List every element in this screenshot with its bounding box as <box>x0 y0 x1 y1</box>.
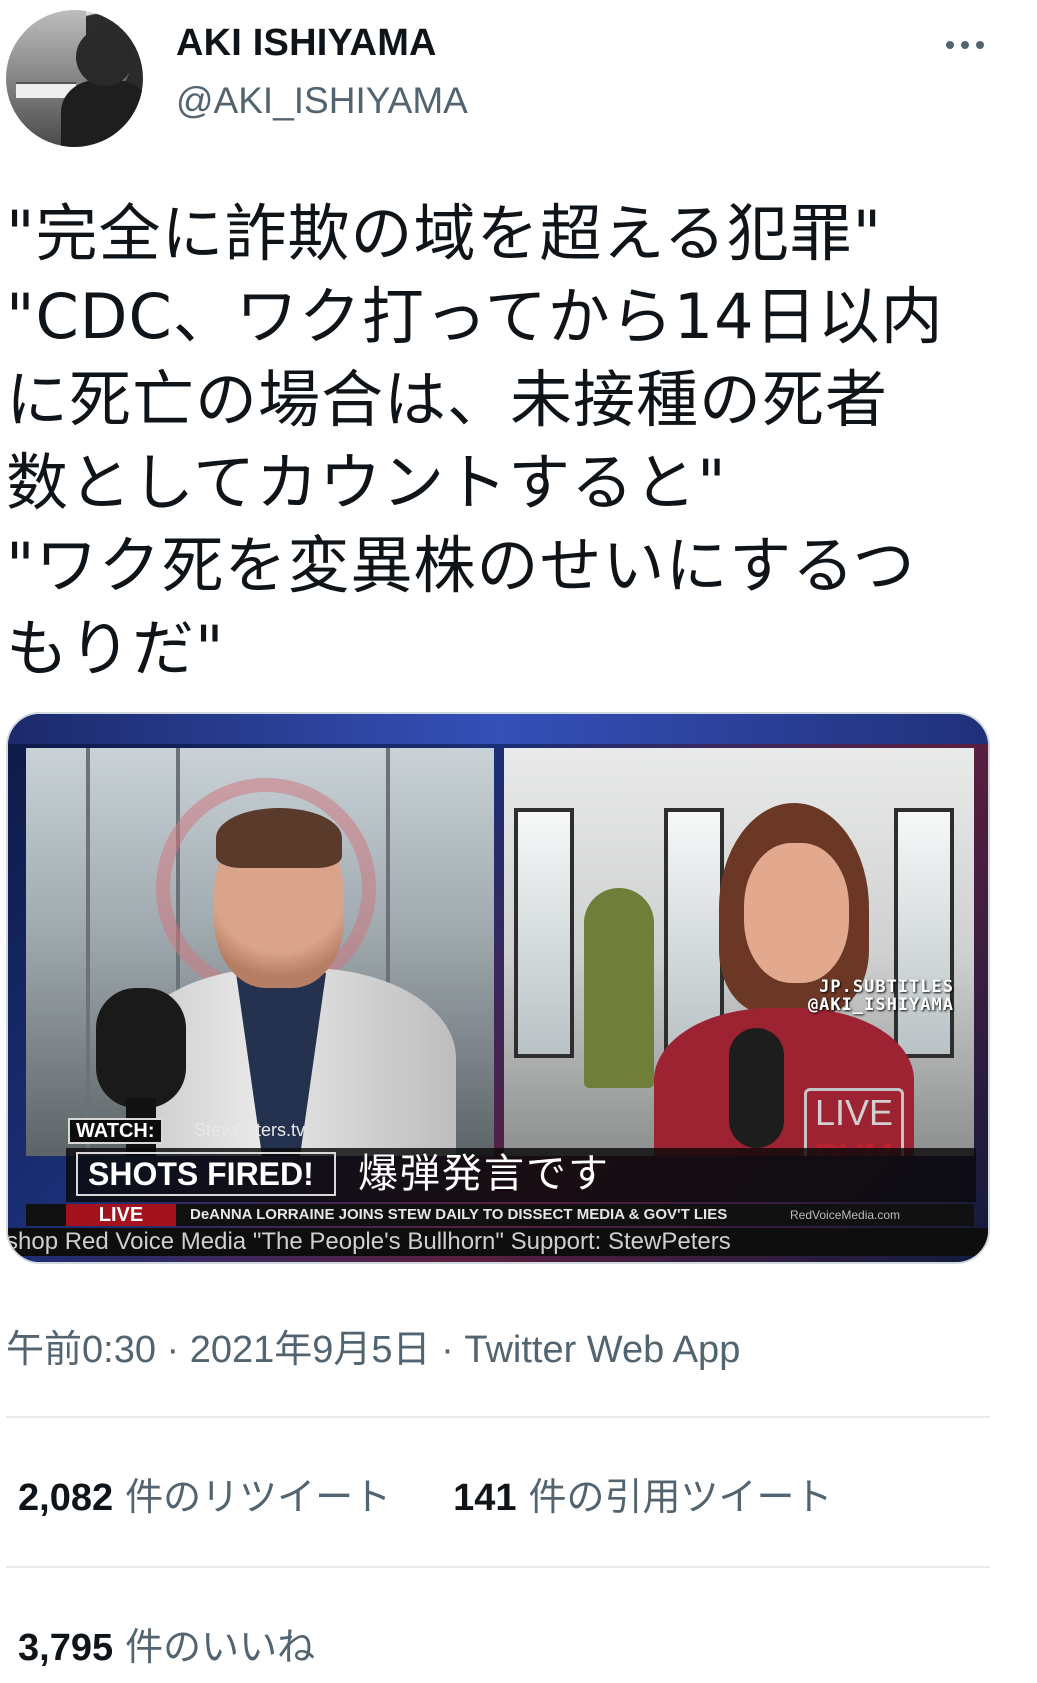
tweet-text: "完全に詐欺の域を超える犯罪" "CDC、ワク打ってから14日以内 に死亡の場合… <box>6 197 944 685</box>
live-tag: LIVE <box>66 1204 176 1226</box>
more-horizontal-icon <box>946 41 954 49</box>
plant <box>584 888 654 1088</box>
more-horizontal-icon-dot <box>976 41 984 49</box>
shots-fired-banner: SHOTS FIRED! <box>76 1152 336 1196</box>
guest-face <box>744 843 849 983</box>
tweet-time[interactable]: 午前0:30 <box>6 1329 156 1371</box>
meta-separator: · <box>155 1329 190 1371</box>
quotes-label: 件の引用ツイート <box>528 1477 833 1519</box>
divider <box>6 1416 990 1418</box>
quotes-count: 141 <box>453 1477 517 1519</box>
ticker-headline: DeANNA LORRAINE JOINS STEW DAILY TO DISS… <box>190 1206 728 1223</box>
window-frame <box>894 808 954 1058</box>
stats-row: 2,082 件のリツイート 141 件の引用ツイート <box>18 1466 833 1521</box>
news-crawl: shop Red Voice Media "The People's Bullh… <box>8 1228 988 1256</box>
tweet-source[interactable]: Twitter Web App <box>464 1329 740 1371</box>
ticker-row: LIVE DeANNA LORRAINE JOINS STEW DAILY TO… <box>26 1204 974 1226</box>
avatar[interactable] <box>6 10 143 147</box>
subtitle-watermark: JP.SUBTITLES @AKI_ISHIYAMA <box>807 977 954 1015</box>
watch-badge: WATCH: <box>68 1118 163 1144</box>
meta-separator: · <box>430 1329 465 1371</box>
tweet-header: AKI ISHIYAMA @AKI_ISHIYAMA <box>0 0 1037 150</box>
user-handle[interactable]: @AKI_ISHIYAMA <box>176 80 468 122</box>
banner-bar: SHOTS FIRED! 爆弾発言です <box>66 1148 976 1202</box>
more-options-button[interactable] <box>935 30 995 60</box>
avatar-head <box>76 28 134 86</box>
likes-stat[interactable]: 3,795 件のいいね <box>18 1627 315 1669</box>
retweets-count: 2,082 <box>18 1477 114 1519</box>
avatar-body <box>61 80 143 147</box>
video-thumbnail[interactable]: LIVE RVM JP.SUBTITLES @AKI_ISHIYAMA WATC… <box>6 712 990 1264</box>
ticker-site: RedVoiceMedia.com <box>790 1208 901 1222</box>
likes-label: 件のいいね <box>125 1627 316 1669</box>
window-frame <box>86 748 90 1156</box>
video-top-stripe <box>8 714 988 744</box>
more-horizontal-icon-dot <box>961 41 969 49</box>
lower-third: WATCH: StewPeters.tv SHOTS FIRED! 爆弾発言です… <box>8 1118 988 1256</box>
japanese-subtitle: 爆弾発言です <box>358 1151 610 1197</box>
tweet-date[interactable]: 2021年9月5日 <box>190 1329 431 1371</box>
likes-row: 3,795 件のいいね <box>18 1616 315 1671</box>
microphone-icon <box>96 988 186 1108</box>
divider <box>6 1566 990 1568</box>
quotes-stat[interactable]: 141 件の引用ツイート <box>453 1477 832 1519</box>
host-hair <box>216 808 342 868</box>
tweet-meta: 午前0:30 · 2021年9月5日 · Twitter Web App <box>6 1318 740 1373</box>
window-frame <box>514 808 574 1058</box>
watch-site: StewPeters.tv <box>194 1120 306 1140</box>
video-right-panel: LIVE RVM JP.SUBTITLES @AKI_ISHIYAMA <box>504 748 974 1156</box>
display-name[interactable]: AKI ISHIYAMA <box>176 22 437 65</box>
video-left-panel <box>26 748 494 1156</box>
retweets-stat[interactable]: 2,082 件のリツイート <box>18 1477 391 1519</box>
retweets-label: 件のリツイート <box>125 1477 392 1519</box>
likes-count: 3,795 <box>18 1627 114 1669</box>
